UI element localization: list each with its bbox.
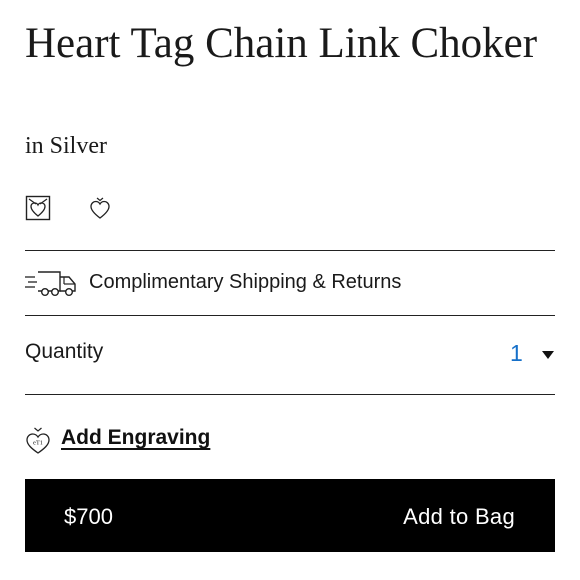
product-variant: in Silver [25,133,107,159]
quantity-label: Quantity [25,340,104,363]
product-detail-panel: Heart Tag Chain Link Choker in Silver Co… [25,0,555,580]
svg-text:eT1: eT1 [33,440,43,447]
add-engraving: eT1 Add Engraving [25,424,325,456]
heart-outline-icon[interactable] [87,195,113,221]
add-to-bag-label: Add to Bag [403,504,515,529]
price: $700 [64,504,113,529]
quantity-select[interactable]: Quantity 1 [25,330,555,380]
shipping-info: Complimentary Shipping & Returns [25,266,555,300]
quantity-value[interactable]: 1 [510,340,523,367]
divider [25,250,555,251]
divider [25,394,555,395]
heart-tag-box-icon[interactable] [25,195,51,221]
shipping-label: Complimentary Shipping & Returns [89,271,402,293]
product-title: Heart Tag Chain Link Choker [25,20,538,67]
add-to-bag-button[interactable]: $700 Add to Bag [25,479,555,552]
add-engraving-link[interactable]: Add Engraving [61,426,210,450]
divider [25,315,555,316]
product-image-options [25,195,225,223]
delivery-truck-icon [25,269,79,297]
chevron-down-icon[interactable] [541,347,555,359]
heart-tag-engraving-icon: eT1 [25,425,51,455]
